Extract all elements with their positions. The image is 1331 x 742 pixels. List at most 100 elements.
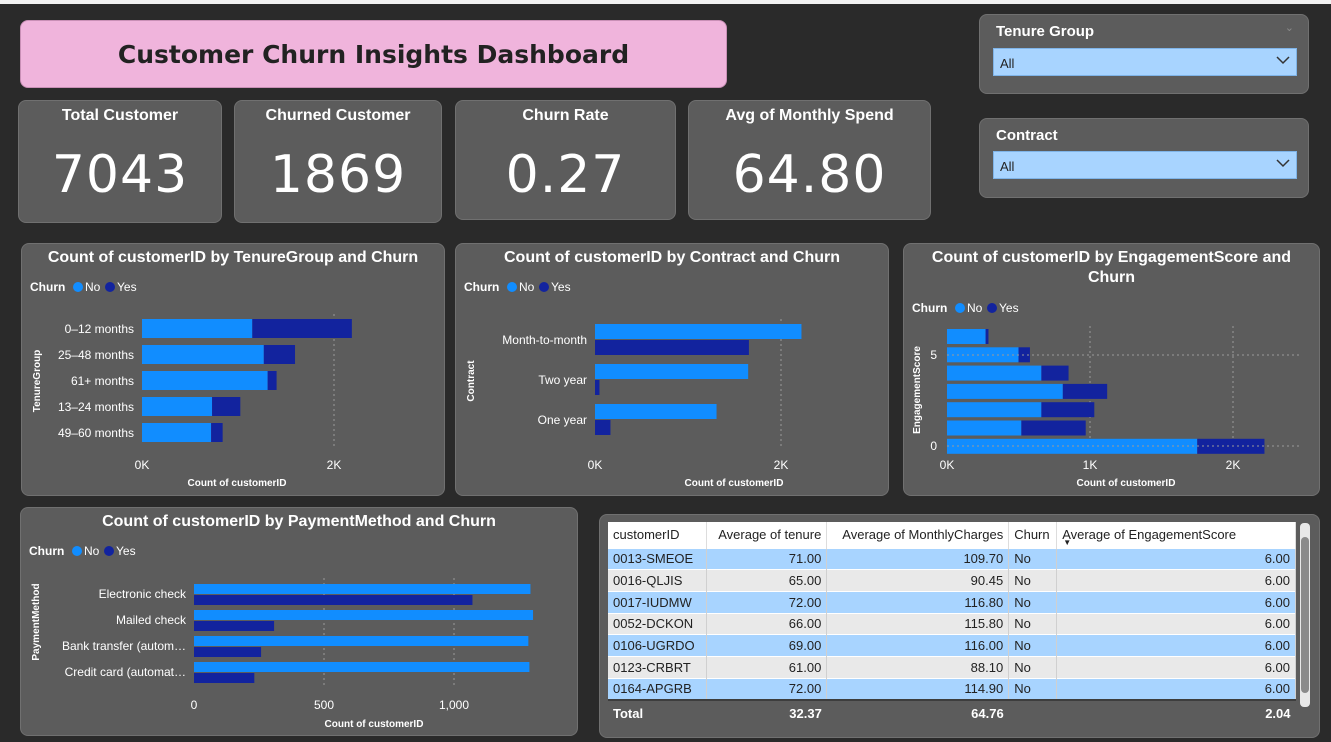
bar-yes <box>194 673 255 683</box>
table-cell: 116.00 <box>826 634 1010 657</box>
category-label: 25–48 months <box>58 348 134 362</box>
kpi-churned-customer[interactable]: Churned Customer 1869 <box>234 100 442 223</box>
bar-no <box>947 365 1042 381</box>
bar-yes <box>985 329 989 344</box>
table-row[interactable]: 0164-APGRB 72.00 114.90 No 6.00 <box>608 677 1296 700</box>
x-tick-label: 500 <box>314 698 334 712</box>
engagement-churn-chart-card[interactable]: Count of customerID by EngagementScore a… <box>903 243 1320 496</box>
tenure-churn-chart-card[interactable]: Count of customerID by TenureGroup and C… <box>21 243 445 496</box>
table-cell: 71.00 <box>706 547 828 570</box>
category-label: One year <box>538 413 587 427</box>
table-cell: No <box>1008 677 1058 700</box>
table-cell: 88.10 <box>826 655 1010 679</box>
x-tick-label: 0K <box>135 458 150 472</box>
kpi-avg-monthly-spend[interactable]: Avg of Monthly Spend 64.80 <box>688 100 931 220</box>
legend-marker-yes <box>105 282 115 292</box>
bar-yes <box>194 595 473 605</box>
bar-yes <box>263 345 296 364</box>
x-axis-label: Count of customerID <box>188 478 287 489</box>
bar-no <box>142 397 213 416</box>
contract-churn-chart-card[interactable]: Count of customerID by Contract and Chur… <box>455 243 889 496</box>
chevron-down-icon[interactable]: ⌄ <box>1285 21 1294 34</box>
table-row[interactable]: 0013-SMEOE 71.00 109.70 No 6.00 <box>608 547 1296 570</box>
bar-yes <box>1041 365 1069 381</box>
table-cell: No <box>1008 634 1058 657</box>
bar-yes <box>267 371 277 390</box>
kpi-churn-rate[interactable]: Churn Rate 0.27 <box>455 100 676 220</box>
tenure-group-dropdown[interactable]: All <box>993 48 1297 76</box>
table-row[interactable]: 0017-IUDMW 72.00 116.80 No 6.00 <box>608 590 1296 614</box>
table-cell: 72.00 <box>706 590 828 614</box>
bar-yes <box>1062 383 1108 399</box>
legend-label-yes: Yes <box>999 301 1019 315</box>
table-cell: 115.80 <box>826 612 1010 635</box>
bar-no <box>142 371 268 390</box>
legend-marker-yes <box>539 282 549 292</box>
table-cell: No <box>1008 547 1058 570</box>
x-tick-label: 0 <box>191 698 198 712</box>
category-label: Bank transfer (autom… <box>62 639 186 653</box>
kpi-total-customer[interactable]: Total Customer 7043 <box>18 100 222 223</box>
table-row[interactable]: 0016-QLJIS 65.00 90.45 No 6.00 <box>608 569 1296 592</box>
legend-title: Churn <box>464 280 499 294</box>
table-cell: 0017-IUDMW <box>608 590 708 614</box>
table-cell: 109.70 <box>826 547 1010 570</box>
legend-marker-no <box>72 546 82 556</box>
legend-marker-no <box>507 282 517 292</box>
bar-no <box>595 324 802 339</box>
legend-title: Churn <box>912 301 947 315</box>
dropdown-value: All <box>1000 159 1015 174</box>
x-tick-label: 2K <box>1226 458 1241 472</box>
payment-churn-chart-card[interactable]: Count of customerID by PaymentMethod and… <box>20 507 578 736</box>
kpi-label: Churned Customer <box>265 107 411 124</box>
table-row[interactable]: 0052-DCKON 66.00 115.80 No 6.00 <box>608 612 1296 635</box>
column-header-sorted[interactable]: Average of EngagementScore ▼ <box>1056 522 1296 548</box>
legend-label-no: No <box>967 301 983 315</box>
legend-label-no: No <box>519 280 535 294</box>
table-scrollbar[interactable] <box>1300 523 1310 707</box>
column-header[interactable]: Average of MonthlyCharges <box>826 522 1010 548</box>
bar-no <box>194 662 530 672</box>
column-header[interactable]: customerID <box>608 522 708 548</box>
table-cell: 114.90 <box>826 677 1010 700</box>
y-tick-label: 5 <box>930 348 937 362</box>
x-axis-label: Count of customerID <box>685 478 784 489</box>
x-tick-label: 1,000 <box>439 698 469 712</box>
column-header-label: Average of EngagementScore <box>1062 527 1237 543</box>
legend-marker-yes <box>104 546 114 556</box>
table-cell: 6.00 <box>1056 569 1296 592</box>
table-cell: 61.00 <box>706 655 828 679</box>
category-label: Two year <box>538 373 587 387</box>
column-header[interactable]: Churn <box>1008 522 1058 548</box>
slicer-label: Tenure Group <box>996 23 1095 40</box>
scrollbar-thumb[interactable] <box>1301 537 1309 693</box>
legend-label-no: No <box>85 280 101 294</box>
column-header[interactable]: Average of tenure <box>706 522 828 548</box>
bar-yes <box>211 423 223 442</box>
dashboard-title: Customer Churn Insights Dashboard <box>117 39 630 69</box>
category-label: Credit card (automat… <box>65 665 186 679</box>
x-tick-label: 0K <box>940 458 955 472</box>
bar-no <box>194 584 531 594</box>
table-cell: 6.00 <box>1056 547 1296 570</box>
table-cell: 0013-SMEOE <box>608 547 708 570</box>
table-cell: 6.00 <box>1056 677 1296 700</box>
table-cell: 116.80 <box>826 590 1010 614</box>
bar-no <box>194 610 534 620</box>
category-label: 49–60 months <box>58 426 134 440</box>
bar-no <box>947 420 1022 436</box>
contract-dropdown[interactable]: All <box>993 151 1297 179</box>
table-cell: 0106-UGRDO <box>608 634 708 657</box>
customer-table: customerID Average of tenure Average of … <box>608 522 1296 726</box>
dropdown-value: All <box>1000 56 1015 71</box>
engagement-churn-chart: Churn No Yes 0K 1K 2K Count of customerID Engag… <box>912 301 1301 489</box>
table-cell: No <box>1008 590 1058 614</box>
table-row[interactable]: 0106-UGRDO 69.00 116.00 No 6.00 <box>608 634 1296 657</box>
table-row[interactable]: 0123-CRBRT 61.00 88.10 No 6.00 <box>608 655 1296 679</box>
chevron-down-icon <box>1276 56 1290 65</box>
bar-no <box>142 319 253 338</box>
legend-label-yes: Yes <box>117 280 137 294</box>
bar-no <box>194 636 529 646</box>
contract-churn-chart: Churn No Yes 0K 2K Count of customerID Contrac… <box>464 280 802 489</box>
total-cell <box>1008 698 1057 726</box>
